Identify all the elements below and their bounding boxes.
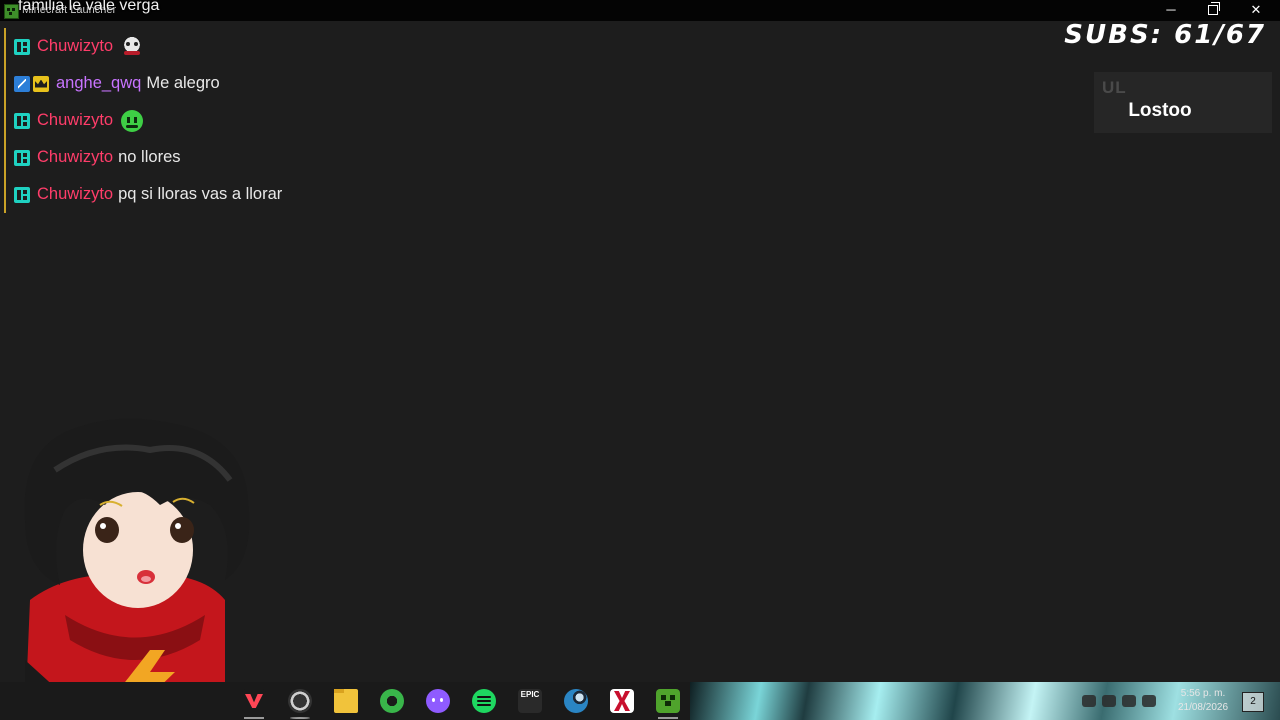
chat-username[interactable]: anghe_qwq: [56, 74, 141, 93]
window-titlebar: Minecraft Launcher familia le vale verga…: [0, 0, 1280, 21]
chat-username[interactable]: Chuwizyto: [37, 37, 113, 56]
subscriber-badge-icon: [14, 112, 30, 129]
notification-icon[interactable]: 2: [1242, 692, 1264, 712]
latest-subscriber-name: Lostoo: [1128, 100, 1192, 121]
valorant-icon[interactable]: [242, 689, 266, 719]
windows-taskbar: EPIC 5:56 p. m. 21/08/2026 2: [0, 682, 1280, 720]
x-app-icon[interactable]: [610, 689, 634, 713]
tray-network-icon[interactable]: [1122, 695, 1136, 707]
spotify-icon[interactable]: [472, 689, 496, 713]
system-tray: 5:56 p. m. 21/08/2026 2: [1074, 684, 1280, 718]
chat-username[interactable]: Chuwizyto: [37, 148, 113, 167]
minecraft-launcher-icon: [4, 4, 19, 19]
close-button[interactable]: ✕: [1235, 0, 1277, 21]
subs-count: 61/67: [1174, 20, 1266, 50]
tray-chevron-icon[interactable]: [1082, 695, 1096, 707]
xbox-icon[interactable]: [380, 689, 404, 713]
prime-badge-icon: [14, 75, 30, 92]
chat-message: Chuwizyto: [4, 102, 424, 139]
subscriber-badge-icon: [14, 186, 30, 203]
vtuber-avatar: [24, 418, 250, 720]
chat-message: anghe_qwq Me alegro: [4, 65, 424, 102]
subscriber-badge-icon: [14, 149, 30, 166]
minimize-button[interactable]: ─: [1150, 0, 1192, 21]
stream-chat: Chuwizyto anghe_qwq Me alegro Chuwizyto …: [4, 28, 424, 213]
green-face-emote-icon: [121, 109, 144, 132]
chat-text: pq si lloras vas a llorar: [118, 185, 283, 203]
tray-discord-icon[interactable]: [1102, 695, 1116, 707]
chat-text: Me alegro: [146, 74, 220, 92]
chat-username[interactable]: Chuwizyto: [37, 185, 113, 204]
epic-games-icon[interactable]: EPIC: [518, 689, 542, 713]
chat-username[interactable]: Chuwizyto: [37, 111, 113, 130]
overlay-caption: familia le vale verga: [18, 0, 160, 14]
minecraft-icon[interactable]: [656, 689, 680, 719]
steam-icon[interactable]: [564, 689, 588, 713]
restore-button[interactable]: [1192, 0, 1234, 21]
clock-date: 21/08/2026: [1177, 702, 1229, 713]
restore-icon: [1208, 2, 1220, 15]
chat-text: no llores: [118, 148, 181, 166]
file-explorer-icon[interactable]: [334, 689, 358, 713]
clock-time: 5:56 p. m.: [1180, 688, 1226, 699]
skull-emote-icon: [121, 35, 144, 58]
tray-volume-icon[interactable]: [1142, 695, 1156, 707]
subscriber-badge-icon: [14, 38, 30, 55]
latest-subscriber-panel: UL Lostoo: [1094, 72, 1272, 133]
chat-message: Chuwizyto no llores: [4, 139, 424, 176]
obs-icon[interactable]: [288, 689, 312, 719]
chat-message: Chuwizyto pq si lloras vas a llorar: [4, 176, 424, 213]
crown-badge-icon: [33, 75, 49, 92]
taskbar-clock[interactable]: 5:56 p. m. 21/08/2026: [1170, 687, 1236, 715]
subs-label: SUBS:: [1064, 20, 1164, 50]
subs-counter: SUBS: 61/67: [1036, 20, 1266, 50]
chat-message: Chuwizyto: [4, 28, 424, 65]
discord-icon[interactable]: [426, 689, 450, 713]
latest-label: UL: [1102, 78, 1127, 97]
